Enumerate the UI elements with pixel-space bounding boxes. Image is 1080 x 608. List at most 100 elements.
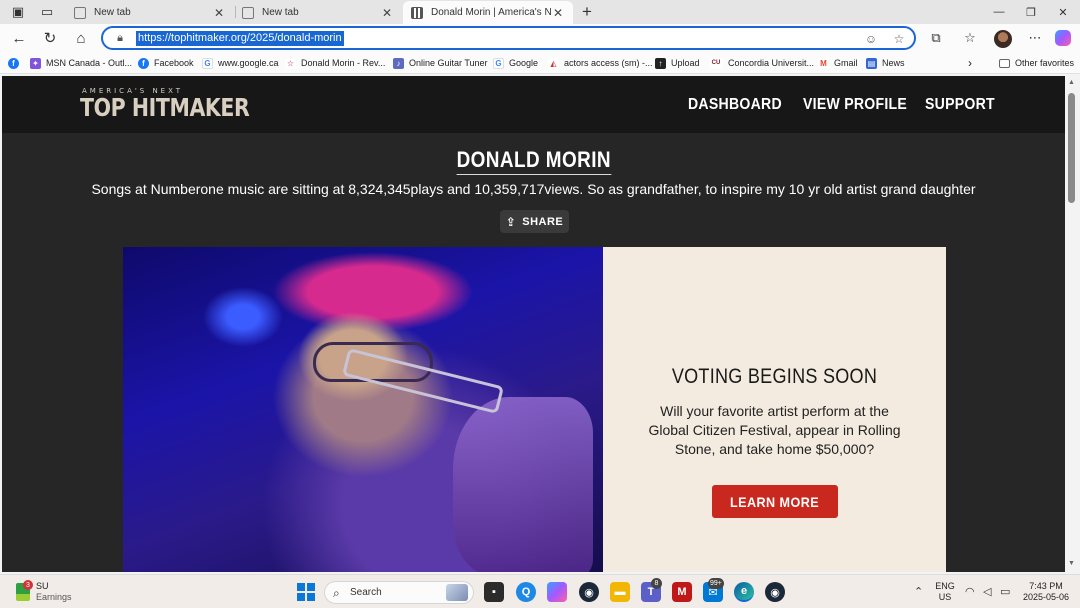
search-placeholder: Search [350,587,382,598]
copilot-icon[interactable] [1055,30,1071,46]
widget-subtitle: Earnings [36,592,72,602]
bookmark-label: www.google.ca [218,58,279,68]
bookmark-actors-access[interactable]: ◭ actors access (sm) -... [548,56,653,70]
tab-new-tab-2[interactable]: New tab ✕ [234,1,402,24]
concordia-icon: CU [709,57,723,69]
maximize-icon[interactable]: ❐ [1020,3,1042,21]
bookmarks-overflow-chevron-icon[interactable]: › [968,56,972,70]
upload-icon: ↑ [655,57,666,69]
tab-new-tab-1[interactable]: New tab ✕ [66,1,234,24]
nav-dashboard[interactable]: DASHBOARD [688,96,782,114]
page-viewport: AMERICA'S NEXT TOP HITMAKER DASHBOARD VI… [2,76,1065,572]
bookmark-facebook[interactable]: f Facebook [138,56,194,70]
other-favorites-label: Other favorites [1015,58,1075,68]
close-icon[interactable]: ✕ [551,6,565,20]
nav-view-profile[interactable]: VIEW PROFILE [803,96,907,114]
site-info-icon[interactable]: 🔒︎ [113,31,127,45]
copilot-q-icon[interactable]: Q [516,582,536,602]
page-icon [242,6,254,19]
artist-name-heading: DONALD MORIN [2,147,1065,175]
copilot-app-icon[interactable] [547,582,567,602]
bookmark-gmail[interactable]: M Gmail [818,56,858,70]
workspaces-icon[interactable]: ▣ [7,3,29,21]
star-icon: ☆ [285,57,296,69]
volume-icon[interactable]: ◁ [983,585,991,598]
language-code: ENG [935,581,955,591]
bookmark-label: Concordia Universit... [728,58,815,68]
address-bar[interactable]: 🔒︎ https://tophitmaker.org/2025/donald-m… [101,26,916,50]
start-windows-icon[interactable] [297,583,315,601]
home-icon[interactable]: ⌂ [70,28,92,48]
tab-donald-morin[interactable]: Donald Morin | America's Next To ✕ [403,1,573,24]
site-favicon-icon [411,6,423,19]
bookmark-label: Donald Morin - Rev... [301,58,386,68]
tab-title: Donald Morin | America's Next To [431,7,551,18]
bookmark-guitar-tuner[interactable]: ♪ Online Guitar Tuner [393,56,488,70]
bookmark-label: Google [509,58,539,68]
share-button[interactable]: ⇪ SHARE [500,210,569,233]
bookmark-concordia[interactable]: CU Concordia Universit... [709,56,814,70]
read-aloud-icon[interactable]: ☺ [863,31,879,47]
scroll-up-icon[interactable]: ▲ [1068,79,1075,86]
task-view-icon[interactable]: ▪ [484,582,504,602]
bookmark-google-ca[interactable]: G www.google.ca [202,56,279,70]
language-indicator[interactable]: ENG US [934,581,956,603]
bookmark-label: News [882,58,905,68]
bookmark-google[interactable]: G Google [493,56,538,70]
scroll-down-icon[interactable]: ▼ [1068,560,1075,567]
facebook-icon: f [8,57,19,69]
battery-icon[interactable]: ▭ [1000,585,1010,598]
page-scrollbar[interactable]: ▲ ▼ [1065,76,1078,572]
taskbar-search[interactable]: ⌕ Search [324,581,474,604]
promo-text: Will your favorite artist perform at the… [648,403,901,457]
more-menu-icon[interactable]: ⋯ [1025,29,1045,47]
tab-actions-icon[interactable]: ▭ [36,3,58,21]
bookmark-facebook-icon-only[interactable]: f [8,56,24,70]
scroll-thumb[interactable] [1068,93,1075,203]
mail-badge: 99+ [708,578,724,589]
other-favorites-folder[interactable]: Other favorites [999,56,1074,70]
profile-avatar[interactable] [994,30,1012,48]
promo-title: VOTING BEGINS SOON [671,365,878,388]
bookmark-upload[interactable]: ↑ Upload [655,56,700,70]
favorites-icon[interactable]: ☆ [960,29,980,47]
region-code: US [938,592,952,602]
mcafee-icon[interactable]: M [672,582,692,602]
refresh-icon[interactable]: ↻ [39,28,61,48]
file-explorer-icon[interactable]: ▬ [610,582,630,602]
widgets-earnings[interactable]: 3 SU Earnings [12,580,82,604]
tuner-icon: ♪ [393,57,404,69]
back-icon[interactable]: ← [8,28,30,48]
news-icon: ▤ [866,57,877,69]
windows-taskbar: 3 SU Earnings ⌕ Search ▪ Q ◉ ▬ T 8 M ✉ 9… [0,574,1080,608]
steam-icon[interactable]: ◉ [579,582,599,602]
bookmark-label: Facebook [154,58,194,68]
new-tab-icon[interactable]: + [578,2,596,22]
close-icon[interactable]: ✕ [380,6,394,20]
bookmark-label: Gmail [834,58,858,68]
learn-more-label: LEARN MORE [730,493,820,510]
minimize-icon[interactable]: — [988,3,1010,21]
learn-more-button[interactable]: LEARN MORE [712,485,838,518]
tab-strip: ▣ ▭ New tab ✕ New tab ✕ Donald Morin | A… [0,0,1080,24]
extensions-icon[interactable]: ⧉ [926,29,946,47]
msn-icon: ✦ [30,57,41,69]
bookmark-news[interactable]: ▤ News [866,56,905,70]
photo-detail [453,397,593,572]
edge-icon[interactable]: e [734,582,754,602]
google-icon: G [493,57,504,69]
favorite-star-icon[interactable]: ☆ [891,31,907,47]
bookmark-label: Upload [671,58,700,68]
close-icon[interactable]: ✕ [212,6,226,20]
show-hidden-icons-icon[interactable]: ⌃ [914,585,923,598]
close-window-icon[interactable]: ✕ [1052,3,1074,21]
wifi-icon[interactable]: ◠ [965,585,975,598]
bookmark-donald-morin[interactable]: ☆ Donald Morin - Rev... [285,56,385,70]
folder-icon [999,58,1010,68]
bookmark-msn-canada[interactable]: ✦ MSN Canada - Outl... [30,56,132,70]
nav-support[interactable]: SUPPORT [925,96,995,114]
navigation-bar: ← ↻ ⌂ 🔒︎ https://tophitmaker.org/2025/do… [0,24,1080,52]
steam-icon[interactable]: ◉ [765,582,785,602]
clock[interactable]: 7:43 PM 2025-05-06 [1016,581,1076,603]
url-text[interactable]: https://tophitmaker.org/2025/donald-mori… [136,31,344,46]
